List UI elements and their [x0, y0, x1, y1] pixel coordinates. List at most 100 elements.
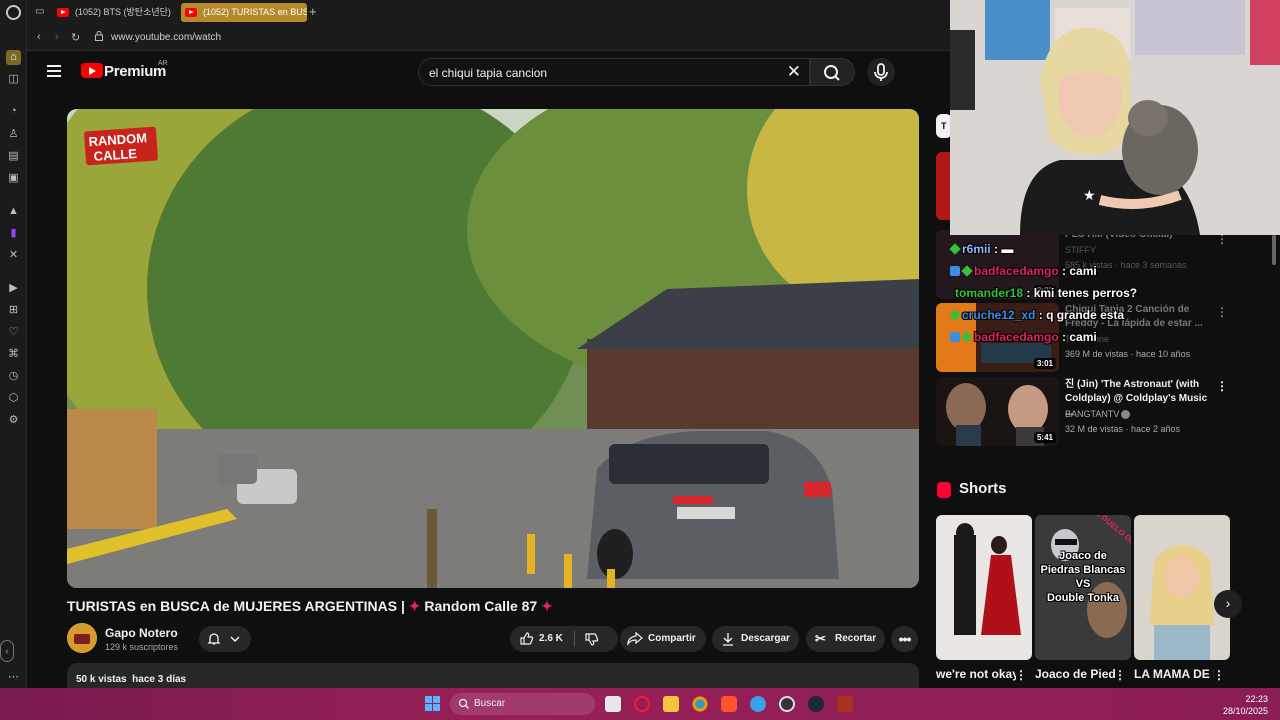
more-horizontal-icon: ••• — [898, 631, 912, 647]
more-vert-icon[interactable]: ⋮ — [1015, 668, 1027, 682]
webcam-overlay: ★ — [950, 0, 1280, 235]
like-button[interactable]: 2.6 K — [510, 626, 574, 652]
search-button[interactable] — [810, 58, 855, 86]
home-icon[interactable]: ⌂ — [6, 50, 21, 65]
player-icon[interactable]: ▶ — [6, 281, 21, 296]
search-icon — [824, 65, 840, 81]
recommendation-thumbnail-partial[interactable] — [936, 152, 950, 220]
opera-sidebar: ⌂ ◫ ◔ ♙ ▤ ▣ ▲ ▮ ✕ ▶ ⊞ ♡ ⌘ ◷ ⬡ ⚙ ⋯ — [0, 0, 27, 688]
clip-button[interactable]: ✂ Recortar — [806, 626, 885, 652]
new-tab-button[interactable]: + — [309, 4, 317, 19]
windows-start-icon[interactable] — [425, 696, 441, 712]
opera-icon[interactable] — [634, 696, 650, 712]
badge-icon — [950, 332, 960, 342]
chevron-down-icon — [230, 636, 240, 643]
chat-username: cruche12_xd — [962, 308, 1036, 322]
x-icon[interactable]: ✕ — [6, 248, 21, 263]
youtube-favicon-icon — [57, 8, 69, 17]
extension-icon[interactable]: ▣ — [6, 171, 21, 186]
back-icon[interactable]: ‹ — [37, 31, 41, 43]
reload-icon[interactable]: ↻ — [71, 31, 80, 44]
video-player[interactable]: RANDOM CALLE — [67, 109, 919, 588]
share-label: Compartir — [648, 633, 696, 644]
url-field[interactable]: www.youtube.com/watch — [111, 32, 221, 43]
settings-icon[interactable]: ⚙ — [6, 413, 21, 428]
youtube-logo-icon[interactable] — [81, 63, 103, 78]
badge-icon — [949, 243, 961, 255]
taskbar-search-input[interactable]: Buscar — [450, 693, 595, 715]
short-item[interactable]: EL DUELO DEL BELLONI Joaco de Piedras Bl… — [1035, 515, 1131, 660]
steam-icon[interactable] — [808, 696, 824, 712]
more-icon[interactable]: ⋯ — [6, 670, 21, 685]
bag-icon[interactable]: ♙ — [6, 127, 21, 142]
tab-turistas[interactable]: (1052) TURISTAS en BUS — [181, 3, 307, 22]
more-vert-icon[interactable]: ⋮ — [1216, 379, 1228, 393]
channel-name[interactable]: Gapo Notero — [105, 626, 178, 640]
short-item[interactable] — [1134, 515, 1230, 660]
task-view-icon[interactable] — [605, 696, 621, 712]
notifications-button[interactable] — [199, 626, 251, 652]
pin-icon[interactable]: ⌘ — [6, 347, 21, 362]
history-icon[interactable]: ◷ — [6, 369, 21, 384]
voice-search-button[interactable] — [867, 58, 895, 86]
share-button[interactable]: Compartir — [620, 626, 706, 652]
tab-menu-icon[interactable]: ▭ — [35, 6, 47, 18]
dislike-button[interactable] — [580, 626, 618, 652]
view-stats: 50 k vistas hace 3 días — [76, 674, 186, 685]
cube-icon[interactable]: ⬡ — [6, 391, 21, 406]
youtube-brand[interactable]: Premium — [104, 63, 166, 80]
svg-text:★: ★ — [1083, 188, 1096, 204]
chat-message: cruche12_xd : q grande esta — [949, 308, 1124, 322]
badge-icon — [961, 265, 973, 277]
short-title: we're not okay (we — [936, 667, 1016, 681]
more-vert-icon[interactable]: ⋮ — [1213, 668, 1225, 682]
sparkle-icon: ✦ — [541, 598, 553, 614]
game-icon[interactable] — [837, 696, 853, 712]
country-code: AR — [158, 60, 168, 67]
apps-grid-icon[interactable]: ⊞ — [6, 303, 21, 318]
clear-search-icon[interactable]: ✕ — [787, 62, 801, 82]
more-vert-icon[interactable]: ⋮ — [1114, 668, 1126, 682]
collapse-sidebar-button[interactable]: ‹ — [0, 640, 14, 662]
divider — [574, 631, 575, 647]
gamepad-icon[interactable]: ◫ — [6, 72, 21, 87]
bookmark-icon[interactable]: ▲ — [6, 204, 21, 219]
bell-icon — [207, 633, 221, 645]
chat-username: r6mii — [962, 242, 991, 256]
heart-icon[interactable]: ♡ — [6, 325, 21, 340]
search-value: el chiqui tapia cancion — [429, 66, 548, 80]
news-icon[interactable]: ▤ — [6, 149, 21, 164]
tab-bts[interactable]: (1052) BTS (방탄소년단) 'I — [53, 3, 173, 22]
more-actions-button[interactable]: ••• — [891, 626, 918, 652]
forward-icon[interactable]: › — [55, 31, 59, 43]
ccleaner-icon[interactable] — [750, 696, 766, 712]
system-clock[interactable]: 22:23 28/10/2025 — [1223, 693, 1268, 717]
chat-username: badfacedamgo — [974, 264, 1059, 278]
recommendation-item[interactable]: 5:41 진 (Jin) 'The Astronaut' (with Coldp… — [936, 377, 1230, 447]
download-label: Descargar — [741, 633, 790, 644]
webcam-image: ★ — [950, 0, 1280, 235]
file-explorer-icon[interactable] — [663, 696, 679, 712]
search-input[interactable]: el chiqui tapia cancion ✕ — [418, 58, 810, 86]
short-item[interactable] — [936, 515, 1032, 660]
recommendation-channel: BANGTANTV — [1065, 409, 1120, 419]
thumbs-down-icon — [585, 633, 599, 646]
chat-message: r6mii : ▬ — [949, 242, 1013, 256]
more-vert-icon[interactable]: ⋮ — [1216, 305, 1228, 319]
twitch-icon[interactable]: ▮ — [6, 226, 21, 241]
brave-icon[interactable] — [721, 696, 737, 712]
short-title: Joaco de Piedras — [1035, 667, 1115, 681]
short-thumbnail — [936, 515, 1032, 660]
short-thumbnail — [1134, 515, 1230, 660]
channel-avatar[interactable] — [67, 623, 97, 653]
video-duration: 3:01 — [1033, 358, 1056, 369]
scrollbar-thumb[interactable] — [1272, 235, 1276, 265]
shorts-next-button[interactable]: › — [1214, 590, 1242, 618]
opera-logo-icon[interactable] — [6, 5, 21, 20]
menu-icon[interactable] — [47, 65, 61, 77]
speed-dial-icon[interactable]: ◔ — [6, 104, 21, 119]
share-icon — [627, 632, 643, 646]
download-button[interactable]: Descargar — [712, 626, 799, 652]
chrome-icon[interactable] — [692, 696, 708, 712]
obs-icon[interactable] — [779, 696, 795, 712]
